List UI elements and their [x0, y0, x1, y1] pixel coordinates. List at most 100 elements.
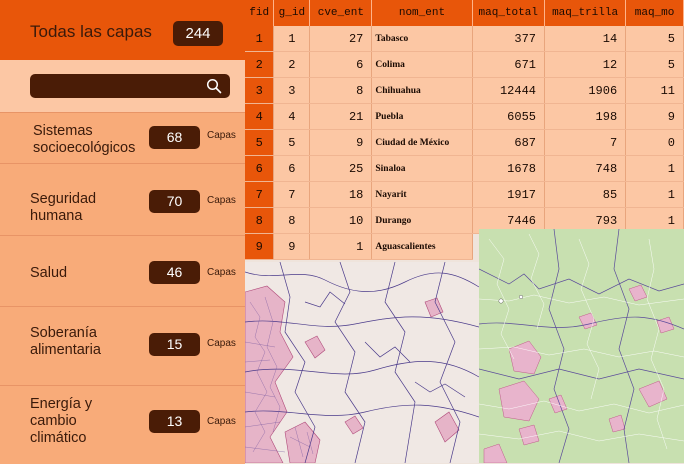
cell-fid: 3 — [245, 77, 275, 104]
cell-maq-trilla: 1906 — [544, 77, 627, 104]
category-sistemas-socioecologicos[interactable]: Sistemas socioecológicos 68 Capas — [0, 112, 245, 164]
cell-maq-mo: 5 — [625, 26, 684, 52]
table-row[interactable]: 6 6 25 Sinaloa 1678 748 1 — [245, 155, 684, 182]
cell-g-id: 7 — [273, 181, 311, 208]
cell-g-id: 4 — [273, 103, 311, 130]
cell-cve-ent: 10 — [309, 207, 373, 234]
category-unit: Capas — [207, 130, 236, 141]
table-row[interactable]: 2 2 6 Colima 671 12 5 — [245, 51, 684, 78]
cell-maq-total: 1678 — [472, 155, 545, 182]
category-seguridad-humana[interactable]: Seguridad humana 70 Capas — [0, 163, 245, 236]
cell-fid: 2 — [245, 51, 275, 78]
cell-maq-trilla: 12 — [544, 51, 627, 78]
all-layers-label: Todas las capas — [30, 22, 152, 41]
land-use-map[interactable] — [479, 229, 684, 463]
cell-fid: 4 — [245, 103, 275, 130]
cell-g-id: 8 — [273, 207, 311, 234]
cell-maq-mo: 1 — [625, 155, 684, 182]
cell-cve-ent: 6 — [309, 51, 373, 78]
cell-g-id: 5 — [273, 129, 311, 156]
category-count-badge: 70 — [149, 190, 200, 213]
cell-cve-ent: 27 — [309, 26, 373, 52]
cell-g-id: 2 — [273, 51, 311, 78]
cell-nom-ent: Nayarit — [371, 181, 473, 208]
cell-cve-ent: 9 — [309, 129, 373, 156]
municipal-boundaries-map[interactable] — [245, 262, 479, 463]
search-icon[interactable] — [206, 78, 222, 94]
category-energia-cambio-climatico[interactable]: Energía y cambio climático 13 Capas — [0, 385, 245, 464]
category-unit: Capas — [207, 338, 236, 349]
search-input[interactable] — [38, 77, 198, 95]
category-soberania-alimentaria[interactable]: Soberanía alimentaria 15 Capas — [0, 306, 245, 386]
cell-nom-ent: Ciudad de México — [371, 129, 473, 156]
cell-fid: 5 — [245, 129, 275, 156]
cell-g-id: 3 — [273, 77, 311, 104]
column-header-maq-total[interactable]: maq_total — [472, 0, 545, 26]
cell-cve-ent: 21 — [309, 103, 373, 130]
table-row[interactable]: 3 3 8 Chihuahua 12444 1906 11 — [245, 77, 684, 104]
map-marker — [498, 298, 504, 304]
cell-maq-trilla: 198 — [544, 103, 627, 130]
cell-maq-total: 377 — [472, 26, 545, 52]
column-header-fid[interactable]: fid — [245, 0, 275, 26]
all-layers-count-badge: 244 — [173, 21, 223, 46]
cell-maq-mo: 1 — [625, 181, 684, 208]
cell-g-id: 1 — [273, 26, 311, 52]
cell-nom-ent: Durango — [371, 207, 473, 234]
cell-nom-ent: Tabasco — [371, 26, 473, 52]
cell-nom-ent: Aguascalientes — [371, 233, 473, 260]
cell-maq-mo: 0 — [625, 129, 684, 156]
map-boundaries-layer — [245, 262, 479, 463]
attribute-table-grid: fid g_id cve_ent nom_ent maq_total maq_t… — [245, 0, 684, 260]
cell-g-id: 6 — [273, 155, 311, 182]
table-row[interactable]: 5 5 9 Ciudad de México 687 7 0 — [245, 129, 684, 156]
cell-maq-total: 12444 — [472, 77, 545, 104]
cell-maq-trilla: 748 — [544, 155, 627, 182]
column-header-nom-ent[interactable]: nom_ent — [371, 0, 473, 26]
category-label: Seguridad humana — [30, 191, 97, 224]
cell-maq-total: 6055 — [472, 103, 545, 130]
category-label: Salud — [30, 265, 68, 281]
cell-nom-ent: Puebla — [371, 103, 473, 130]
column-header-cve-ent[interactable]: cve_ent — [309, 0, 373, 26]
all-layers-item[interactable]: Todas las capas 244 — [0, 0, 245, 60]
search-box[interactable] — [30, 74, 230, 98]
category-unit: Capas — [207, 267, 236, 278]
cell-maq-total: 671 — [472, 51, 545, 78]
cell-cve-ent: 8 — [309, 77, 373, 104]
cell-nom-ent: Chihuahua — [371, 77, 473, 104]
cell-maq-total: 687 — [472, 129, 545, 156]
category-salud[interactable]: Salud 46 Capas — [0, 235, 245, 307]
category-unit: Capas — [207, 416, 236, 427]
cell-nom-ent: Sinaloa — [371, 155, 473, 182]
map-marker — [519, 294, 524, 299]
cell-cve-ent: 25 — [309, 155, 373, 182]
table-row[interactable]: 4 4 21 Puebla 6055 198 9 — [245, 103, 684, 130]
column-header-g-id[interactable]: g_id — [273, 0, 311, 26]
cell-g-id: 9 — [273, 233, 311, 260]
category-label: Soberanía alimentaria — [30, 325, 101, 358]
cell-maq-trilla: 85 — [544, 181, 627, 208]
category-unit: Capas — [207, 195, 236, 206]
cell-nom-ent: Colima — [371, 51, 473, 78]
column-header-maq-mo[interactable]: maq_mo — [625, 0, 684, 26]
table-row[interactable]: 1 1 27 Tabasco 377 14 5 — [245, 26, 684, 52]
cell-maq-trilla: 14 — [544, 26, 627, 52]
cell-fid: 7 — [245, 181, 275, 208]
table-row[interactable]: 7 7 18 Nayarit 1917 85 1 — [245, 181, 684, 208]
cell-fid: 8 — [245, 207, 275, 234]
category-count-badge: 15 — [149, 333, 200, 356]
cell-cve-ent: 18 — [309, 181, 373, 208]
cell-cve-ent: 1 — [309, 233, 373, 260]
cell-maq-mo: 5 — [625, 51, 684, 78]
map-landuse-layer — [479, 229, 684, 463]
cell-maq-trilla: 7 — [544, 129, 627, 156]
search-area — [0, 60, 245, 112]
cell-maq-total: 1917 — [472, 181, 545, 208]
category-label: Energía y cambio climático — [30, 396, 93, 446]
cell-maq-mo: 9 — [625, 103, 684, 130]
category-label: Sistemas socioecológicos — [33, 123, 136, 156]
category-count-badge: 46 — [149, 261, 200, 284]
column-header-maq-trilla[interactable]: maq_trilla — [544, 0, 627, 26]
cell-maq-mo: 11 — [625, 77, 684, 104]
